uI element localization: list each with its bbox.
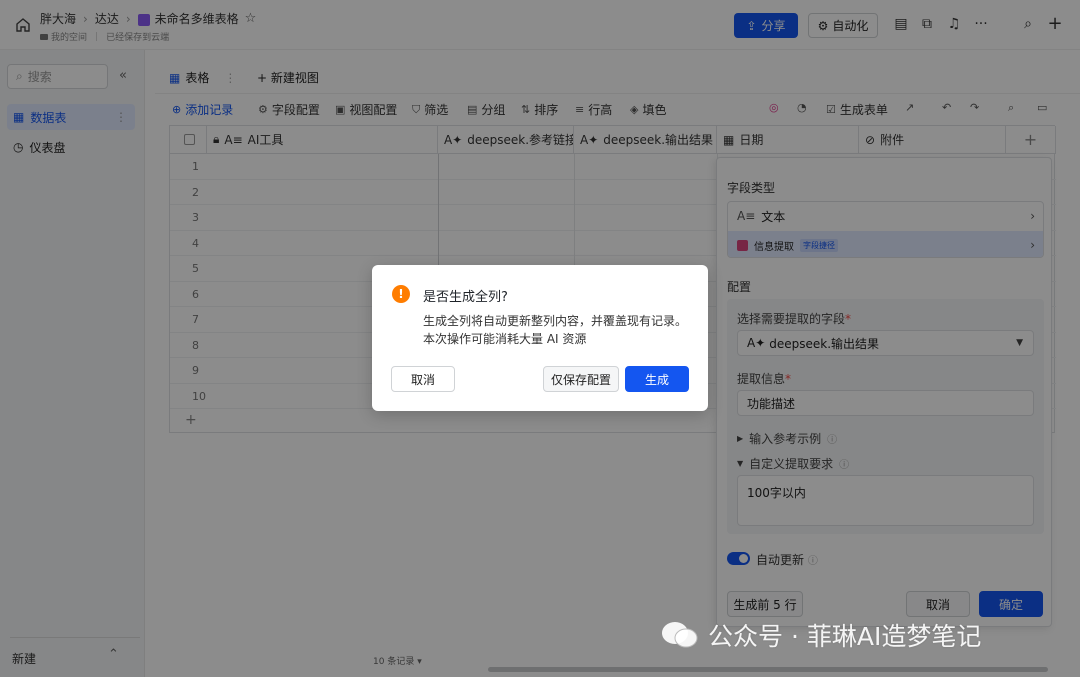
warning-icon: !	[392, 285, 410, 303]
save-config-only-label: 仅保存配置	[550, 372, 611, 387]
save-config-only-button[interactable]: 仅保存配置	[543, 366, 619, 392]
generate-button[interactable]: 生成	[625, 366, 689, 392]
dialog-message: 生成全列将自动更新整列内容，并覆盖现有记录。本次操作可能消耗大量 AI 资源	[423, 314, 688, 346]
generate-column-dialog: ! 是否生成全列? 生成全列将自动更新整列内容，并覆盖现有记录。本次操作可能消耗…	[372, 265, 708, 411]
dialog-title: 是否生成全列?	[423, 290, 508, 305]
watermark: 公众号 · 菲琳AI造梦笔记	[660, 617, 981, 653]
dialog-cancel-label: 取消	[410, 372, 435, 387]
generate-label: 生成	[644, 372, 669, 387]
dialog-cancel-button[interactable]: 取消	[391, 366, 455, 392]
watermark-text: 公众号 · 菲琳AI造梦笔记	[708, 622, 982, 651]
wechat-icon	[662, 622, 698, 648]
